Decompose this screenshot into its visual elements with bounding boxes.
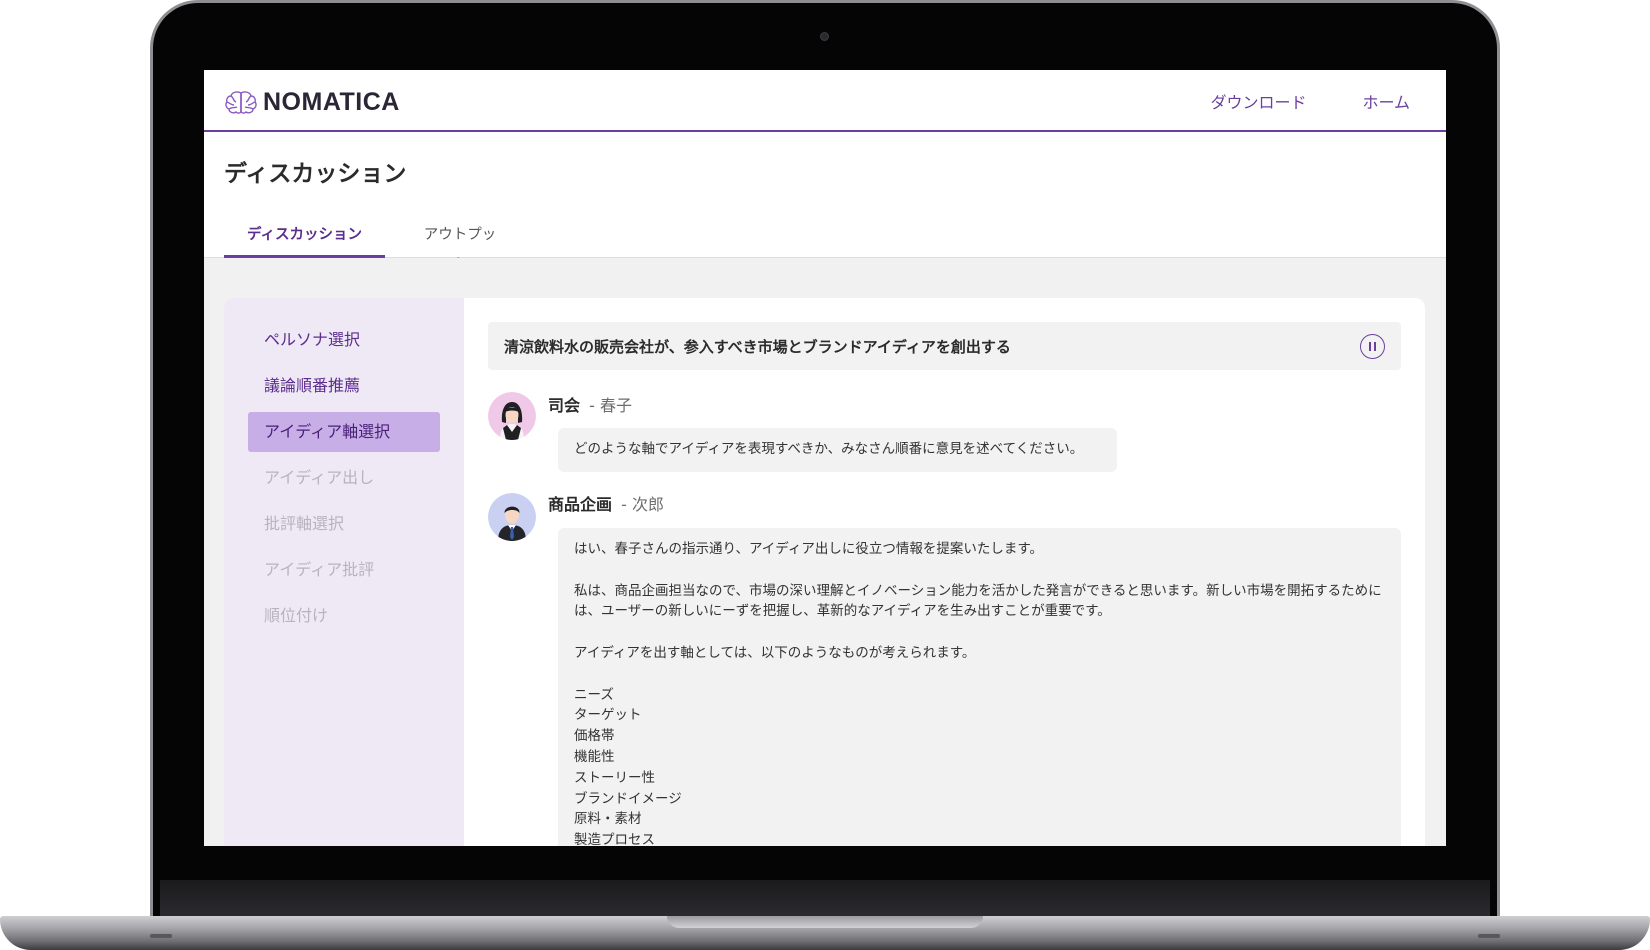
speaker-name: - 春子	[589, 396, 632, 415]
female-avatar-icon	[488, 392, 536, 440]
moderator-avatar	[488, 392, 536, 440]
brain-logo-icon	[225, 90, 257, 114]
axis-list-item: 機能性	[574, 748, 615, 765]
step-idea-axis-selection[interactable]: アイディア軸選択	[248, 412, 440, 452]
laptop-foot	[150, 934, 172, 938]
top-nav: ダウンロード ホーム	[1210, 89, 1410, 113]
message-paragraph: はい、春子さんの指示通り、アイディア出しに役立つ情報を提案いたします。	[574, 541, 1043, 557]
step-persona-selection[interactable]: ペルソナ選択	[248, 320, 440, 360]
step-idea-critique: アイディア批評	[264, 560, 375, 579]
axis-list-item: 原料・素材	[574, 811, 642, 828]
discussion-panel: ペルソナ選択 議論順番推薦 アイディア軸選択 アイディア出し 批評軸選択 アイデ…	[224, 298, 1425, 846]
message-bubble: はい、春子さんの指示通り、アイディア出しに役立つ情報を提案いたします。 私は、商…	[558, 528, 1401, 846]
step-discussion-order[interactable]: 議論順番推薦	[248, 366, 440, 406]
speaker-role: 商品企画	[548, 495, 613, 514]
camera-icon	[820, 32, 829, 41]
topic-bar: 清涼飲料水の販売会社が、参入すべき市場とブランドアイディアを創出する	[488, 322, 1401, 370]
topic-text: 清涼飲料水の販売会社が、参入すべき市場とブランドアイディアを創出する	[504, 338, 1011, 356]
step-idea-generation: アイディア出し	[264, 468, 375, 487]
tab-output[interactable]: アウトプット	[417, 220, 503, 273]
product-planner-avatar	[488, 493, 536, 541]
male-avatar-icon	[488, 493, 536, 541]
step-sidebar: ペルソナ選択 議論順番推薦 アイディア軸選択 アイディア出し 批評軸選択 アイデ…	[224, 298, 464, 846]
laptop-foot	[1478, 934, 1500, 938]
speaker-name: - 次郎	[621, 495, 664, 514]
message-paragraph: アイディアを出す軸としては、以下のようなものが考えられます。	[574, 644, 976, 661]
tab-discussion[interactable]: ディスカッション	[224, 220, 385, 258]
brand-logo[interactable]: NOMATICA	[225, 88, 400, 117]
page-title: ディスカッション	[224, 161, 407, 187]
axis-list-item: ターゲット	[574, 707, 642, 724]
laptop-opening-notch	[667, 916, 983, 928]
tab-bar: ディスカッション アウトプット	[204, 220, 1446, 273]
step-ranking: 順位付け	[264, 606, 329, 625]
axis-list-item: ニーズ	[574, 686, 614, 703]
axis-list-item: 価格帯	[574, 728, 615, 745]
message-bubble: どのような軸でアイディアを表現すべきか、みなさん順番に意見を述べてください。	[558, 428, 1117, 472]
laptop-hinge	[160, 880, 1490, 918]
step-critique-axis-selection: 批評軸選択	[264, 514, 345, 533]
message-paragraph: 私は、商品企画担当なので、市場の深い理解とイノベーション能力を活かした発言ができ…	[574, 582, 1382, 620]
pause-icon[interactable]	[1360, 334, 1385, 359]
brand-name: NOMATICA	[263, 88, 400, 116]
nav-home-link[interactable]: ホーム	[1362, 89, 1410, 113]
message-header: 司会 - 春子	[548, 392, 632, 416]
axis-list-item: ブランドイメージ	[574, 790, 682, 807]
top-bar: NOMATICA ダウンロード ホーム	[204, 70, 1446, 132]
axis-list-item: 製造プロセス	[574, 832, 655, 846]
speaker-role: 司会	[548, 396, 581, 415]
message-header: 商品企画 - 次郎	[548, 491, 664, 515]
app-screen: NOMATICA ダウンロード ホーム ディスカッション ディスカッション アウ…	[204, 70, 1446, 846]
nav-download-link[interactable]: ダウンロード	[1210, 89, 1306, 113]
axis-list-item: ストーリー性	[574, 769, 655, 786]
